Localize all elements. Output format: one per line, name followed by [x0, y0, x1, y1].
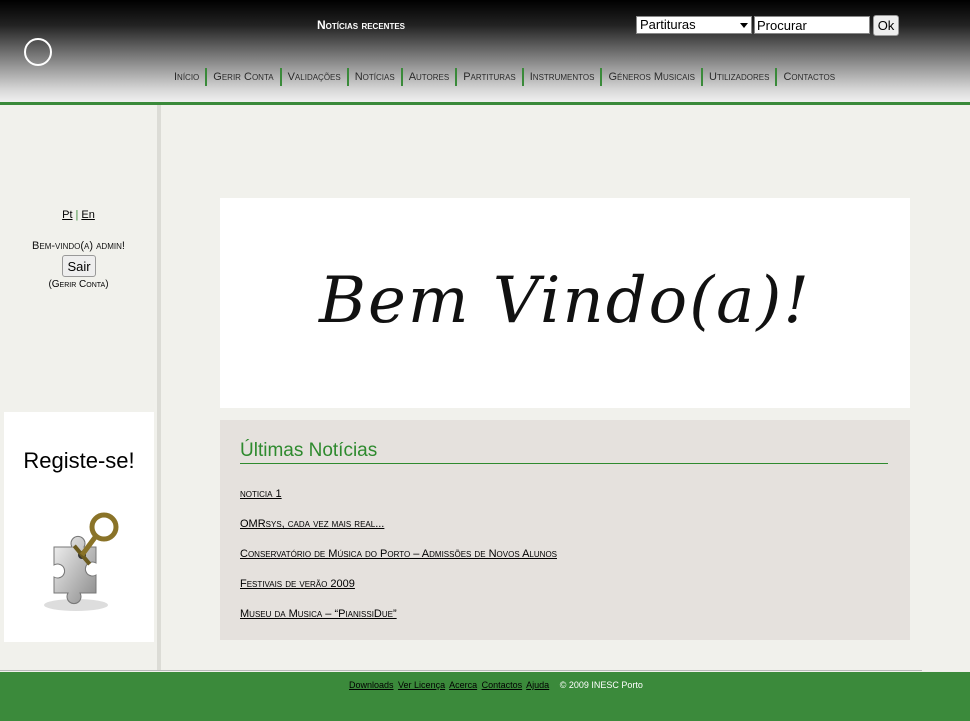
news-heading: Últimas Notícias [240, 440, 888, 464]
manage-close-paren: ) [105, 279, 109, 290]
list-item: Conservatório de Música do Porto – Admis… [240, 542, 557, 572]
news-link[interactable]: Museu da Musica – “PianissiDue” [240, 608, 397, 620]
lang-separator: | [75, 209, 79, 221]
dropdown-arrow-icon [740, 23, 748, 28]
nav-item-generos-musicais[interactable]: Géneros Musicais [600, 68, 701, 86]
main-nav: Início Gerir Conta Validações Notícias A… [168, 68, 841, 86]
news-link[interactable]: Festivais de verão 2009 [240, 578, 355, 590]
search-category-value: Partituras [640, 17, 696, 32]
latest-news-panel: Últimas Notícias noticia 1 OMRsys, cada … [220, 420, 910, 640]
search-input[interactable] [754, 16, 870, 34]
nav-item-validacoes[interactable]: Validações [279, 68, 347, 86]
footer-link-licenca[interactable]: Ver Licença [398, 680, 445, 690]
welcome-banner: Bem Vindo(a)! [220, 198, 910, 408]
lang-pt-link[interactable]: Pt [62, 209, 72, 221]
footer-links: Downloads Ver Licença Acerca Contactos A… [349, 680, 643, 690]
welcome-user-text: Bem-vindo(a) admin! [32, 240, 125, 252]
nav-item-gerir-conta[interactable]: Gerir Conta [205, 68, 279, 86]
news-list: noticia 1 OMRsys, cada vez mais real... … [240, 482, 557, 632]
nav-item-utilizadores[interactable]: Utilizadores [701, 68, 775, 86]
nav-item-noticias[interactable]: Notícias [346, 68, 401, 86]
footer-link-contactos[interactable]: Contactos [482, 680, 523, 690]
news-link[interactable]: Conservatório de Música do Porto – Admis… [240, 548, 557, 560]
footer-divider [0, 670, 922, 671]
sidebar: Pt | En Bem-vindo(a) admin! Sair (Gerir Co… [0, 105, 161, 671]
nav-item-inicio[interactable]: Início [168, 68, 205, 86]
list-item: noticia 1 [240, 482, 557, 512]
page-header: Notícias recentes Partituras Ok Início G… [0, 0, 970, 105]
recent-news-link[interactable]: Notícias recentes [317, 18, 405, 32]
lang-en-link[interactable]: En [81, 209, 94, 221]
news-link[interactable]: OMRsys, cada vez mais real... [240, 518, 384, 530]
register-title: Registe-se! [23, 448, 135, 473]
footer-link-ajuda[interactable]: Ajuda [526, 680, 549, 690]
footer-link-acerca[interactable]: Acerca [449, 680, 477, 690]
list-item: Festivais de verão 2009 [240, 572, 557, 602]
news-link[interactable]: noticia 1 [240, 488, 282, 500]
search-ok-button[interactable]: Ok [873, 15, 899, 36]
logo-circle-icon [24, 38, 52, 66]
page-footer: Downloads Ver Licença Acerca Contactos A… [0, 672, 970, 721]
manage-account-link[interactable]: Gerir Conta [52, 279, 105, 290]
puzzle-key-icon [44, 512, 119, 611]
nav-item-instrumentos[interactable]: Instrumentos [521, 68, 601, 86]
list-item: OMRsys, cada vez mais real... [240, 512, 557, 542]
manage-account: (Gerir Conta) [0, 279, 157, 290]
register-banner[interactable]: Registe-se! [4, 412, 154, 642]
list-item: Museu da Musica – “PianissiDue” [240, 602, 557, 632]
search-category-select[interactable]: Partituras [636, 16, 752, 34]
language-switcher: Pt | En [0, 209, 157, 221]
footer-link-downloads[interactable]: Downloads [349, 680, 394, 690]
nav-item-partituras[interactable]: Partituras [455, 68, 522, 86]
logout-button[interactable]: Sair [62, 255, 96, 277]
copyright-text: © 2009 INESC Porto [559, 680, 643, 690]
welcome-title: Bem Vindo(a)! [318, 264, 812, 338]
nav-item-autores[interactable]: Autores [400, 68, 456, 86]
nav-item-contactos[interactable]: Contactos [775, 68, 841, 86]
